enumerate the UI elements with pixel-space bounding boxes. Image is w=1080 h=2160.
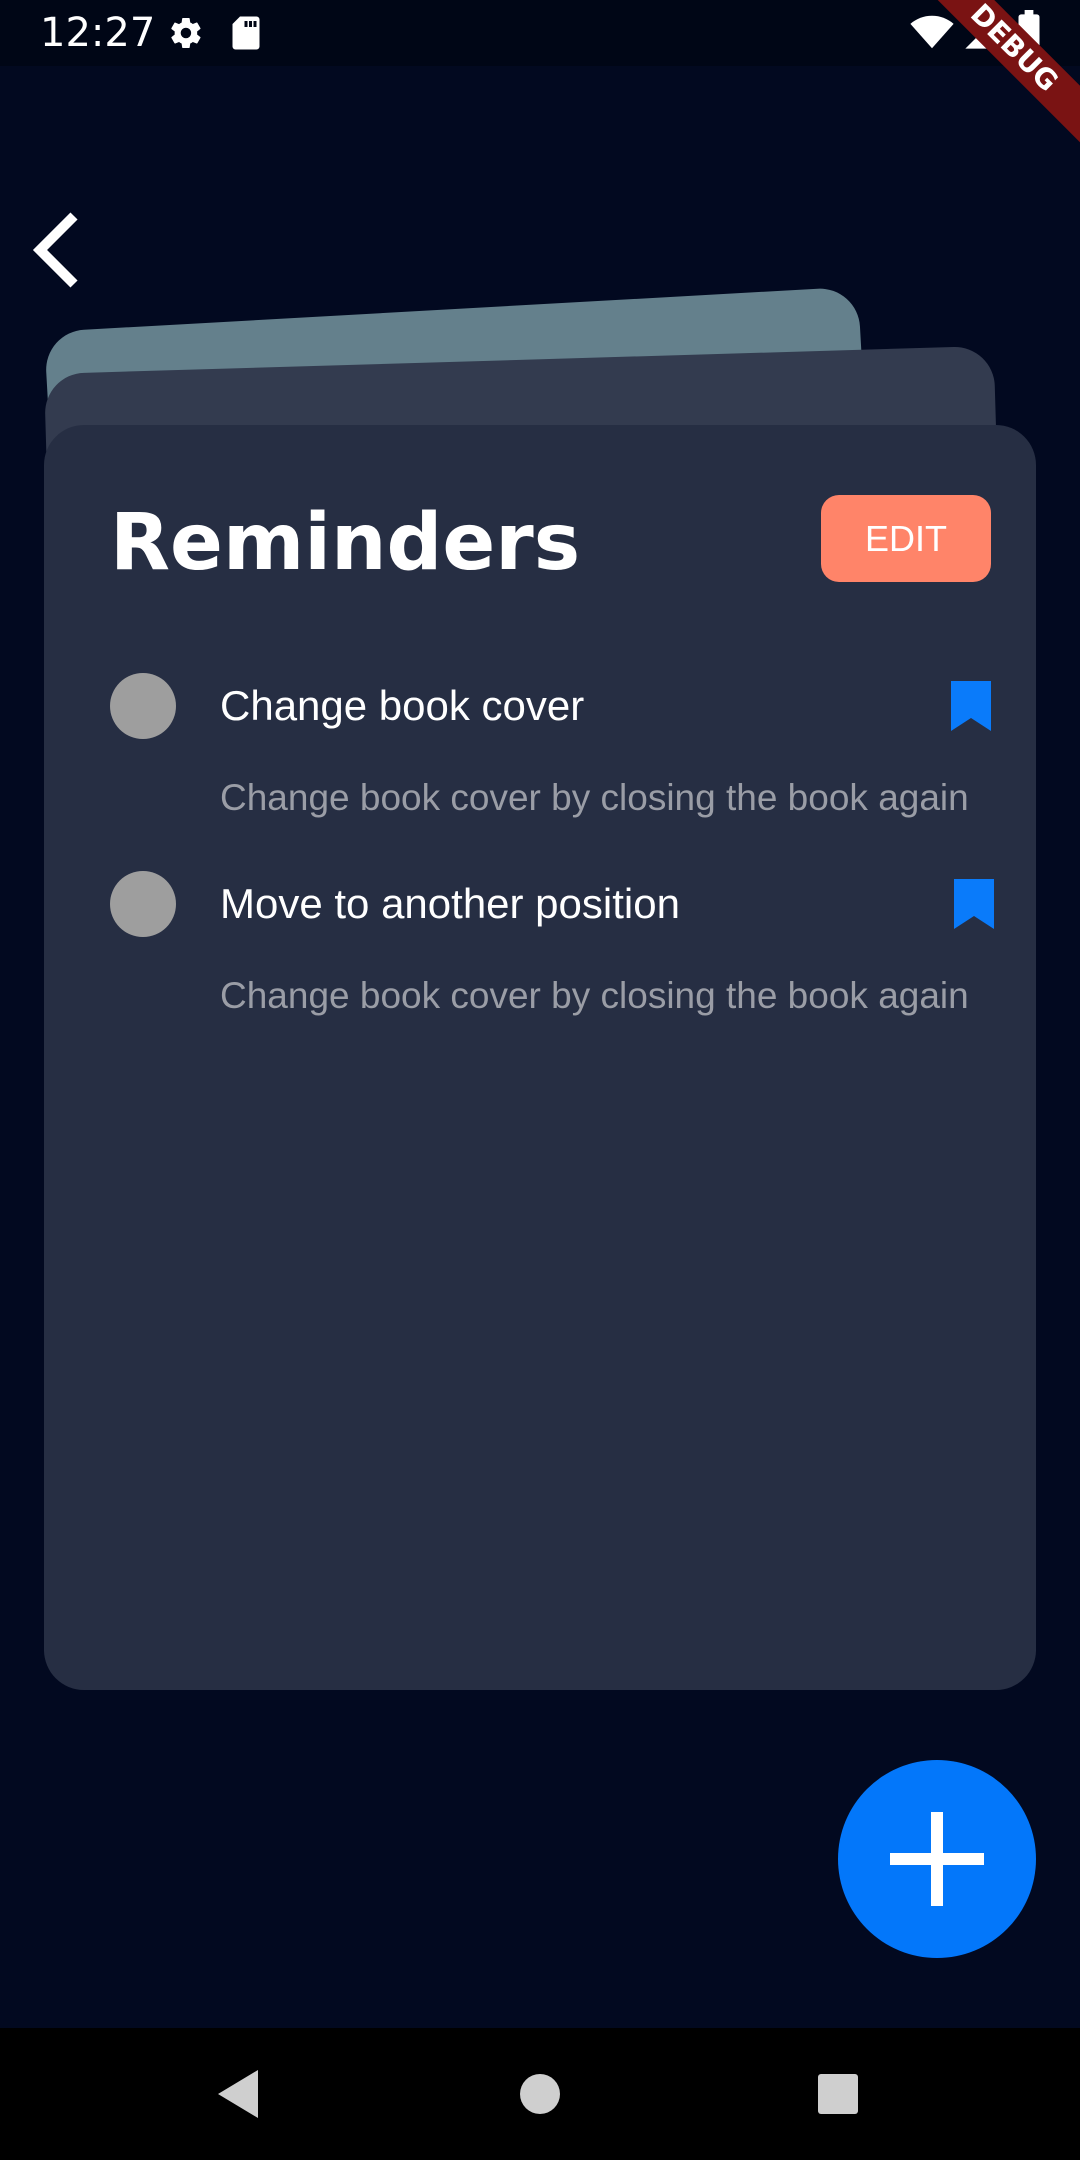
reminder-description: Change book cover by closing the book ag… (220, 777, 969, 818)
recents-square-icon (818, 2074, 858, 2114)
plus-icon (890, 1812, 984, 1906)
reminder-title: Move to another position (220, 880, 680, 927)
bookmark-icon[interactable] (951, 681, 991, 731)
edit-button[interactable]: EDIT (821, 495, 991, 582)
reminder-title: Change book cover (220, 682, 585, 729)
reminders-card: Reminders EDIT Change book cover Change … (44, 425, 1036, 1690)
back-button[interactable] (26, 210, 86, 290)
reminder-checkbox[interactable] (110, 871, 176, 937)
reminder-item[interactable]: Move to another position Change book cov… (44, 871, 1036, 1061)
page-title: Reminders (110, 498, 581, 588)
reminder-description: Change book cover by closing the book ag… (220, 975, 969, 1016)
nav-home-button[interactable] (510, 2064, 570, 2124)
nav-back-button[interactable] (210, 2064, 270, 2124)
home-circle-icon (520, 2074, 560, 2114)
status-bar: 12:27 (0, 0, 1080, 66)
reminder-checkbox[interactable] (110, 673, 176, 739)
add-reminder-button[interactable] (838, 1760, 1036, 1958)
reminder-item[interactable]: Change book cover Change book cover by c… (44, 673, 1036, 863)
back-triangle-icon (218, 2070, 258, 2118)
status-time: 12:27 (40, 10, 156, 56)
navigation-bar (0, 2028, 1080, 2160)
sd-card-icon (230, 15, 262, 56)
nav-recents-button[interactable] (808, 2064, 868, 2124)
chevron-left-icon (32, 212, 78, 288)
settings-icon (168, 15, 204, 56)
bookmark-icon[interactable] (954, 879, 994, 929)
wifi-icon (910, 14, 954, 55)
